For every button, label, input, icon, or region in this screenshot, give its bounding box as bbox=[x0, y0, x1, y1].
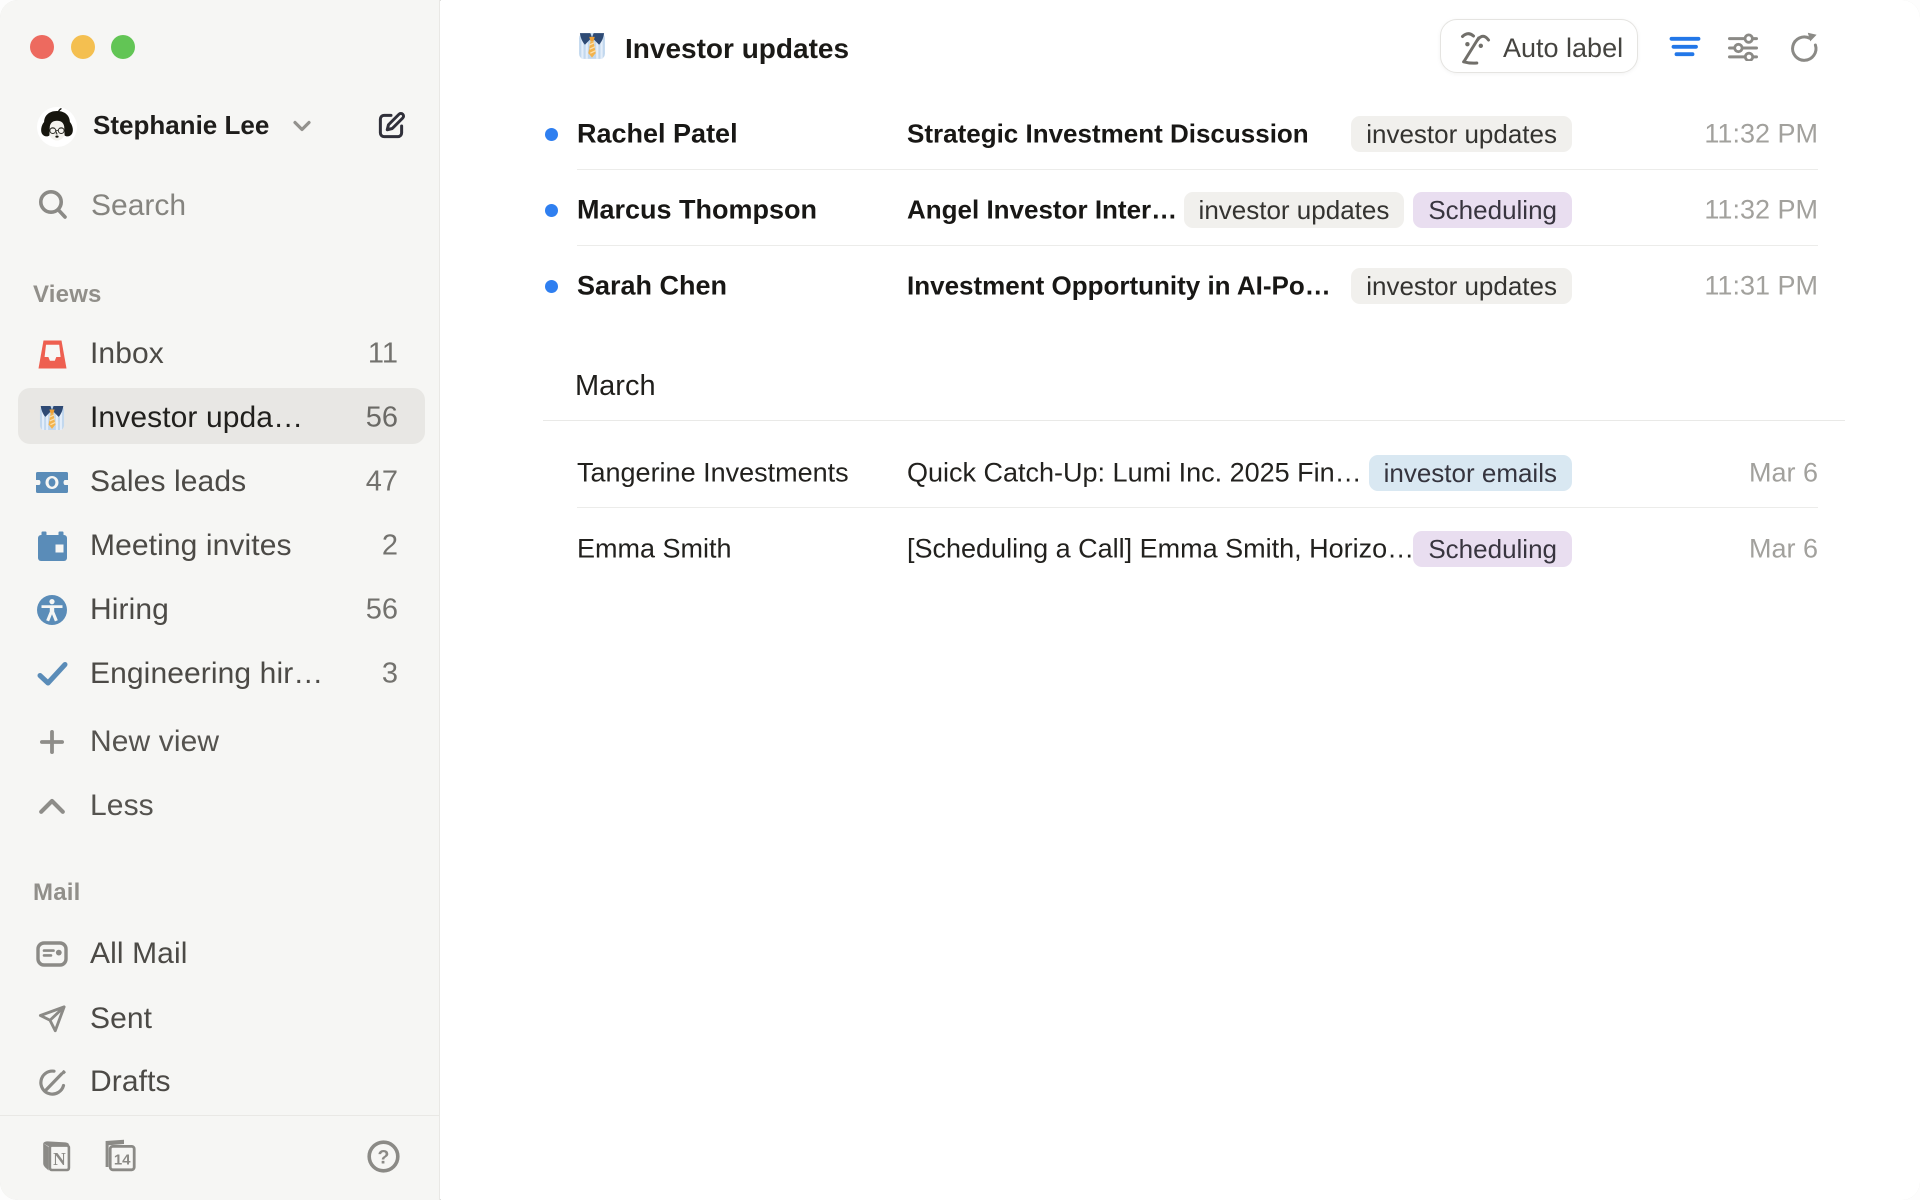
svg-text:?: ? bbox=[378, 1147, 390, 1169]
svg-text:14: 14 bbox=[114, 1152, 131, 1169]
svg-text:N: N bbox=[53, 1149, 66, 1169]
